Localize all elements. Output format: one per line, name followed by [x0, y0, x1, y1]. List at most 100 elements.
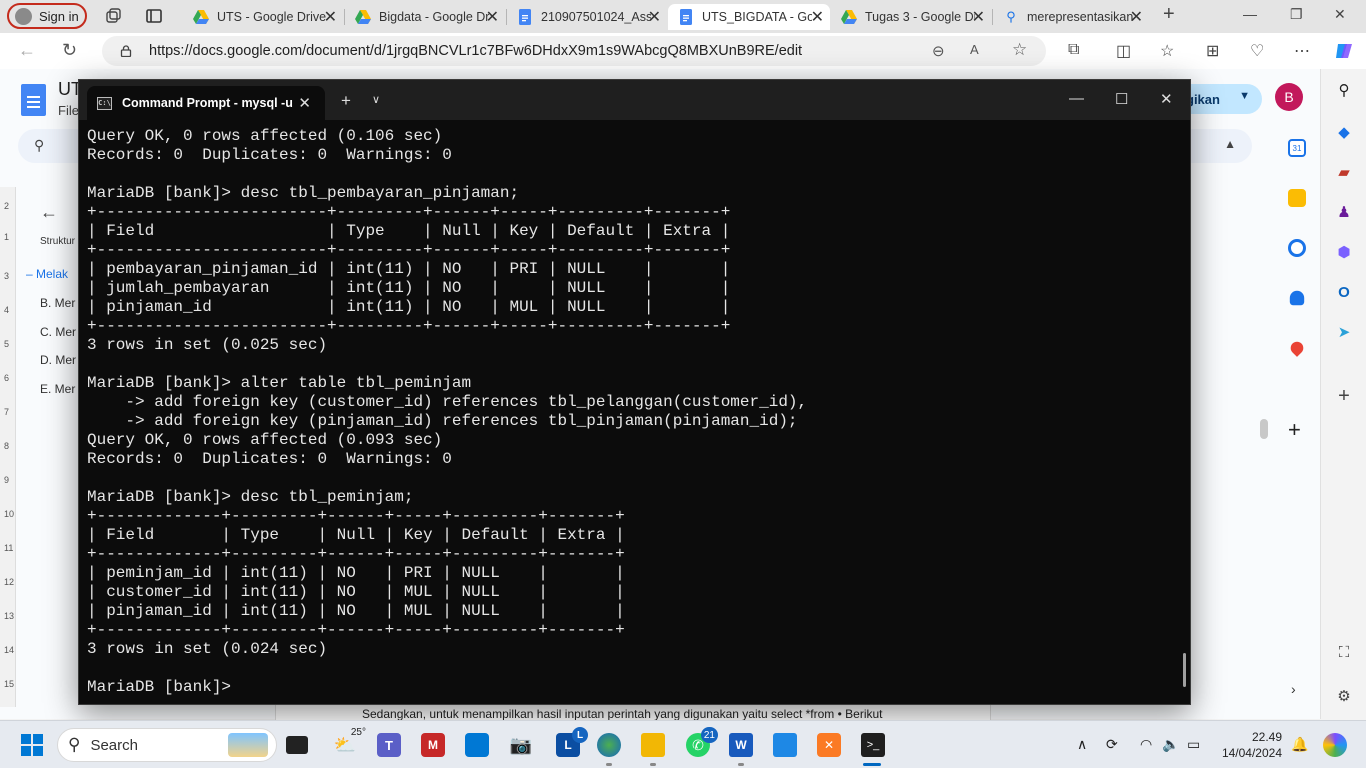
new-tab-icon[interactable]: + — [1163, 3, 1175, 26]
sync-icon[interactable]: ⟳ — [1106, 736, 1118, 753]
file-menu[interactable]: File — [58, 103, 79, 118]
lenovo-vantage-icon[interactable]: LL — [556, 727, 588, 757]
close-tab-icon[interactable]: ✕ — [811, 7, 824, 27]
back-icon[interactable]: ← — [18, 40, 36, 61]
outline-item[interactable]: B. Mer — [40, 296, 75, 310]
terminal-icon[interactable]: >_ — [861, 733, 885, 757]
whatsapp-icon[interactable]: ✆ 21 — [686, 727, 718, 757]
copilot-taskbar-icon[interactable] — [1323, 733, 1347, 757]
contacts-icon[interactable] — [1289, 290, 1305, 306]
chevron-down-icon[interactable]: ∨ — [372, 93, 380, 106]
edge-browser-icon[interactable] — [597, 733, 621, 757]
shopping-tag-icon[interactable]: ◆ — [1335, 123, 1353, 141]
copilot-icon[interactable] — [1333, 40, 1355, 62]
collections-icon[interactable]: ⊞ — [1206, 41, 1219, 61]
file-explorer-icon[interactable] — [641, 733, 665, 757]
minimize-icon[interactable]: — — [1243, 6, 1257, 22]
close-tab-icon[interactable]: ✕ — [972, 7, 985, 27]
outline-item[interactable]: D. Mer — [40, 353, 76, 367]
outline-item[interactable]: C. Mer — [40, 325, 76, 339]
tab-search[interactable]: ⚲ merepresentasikan ✕ — [993, 4, 1149, 30]
volume-icon[interactable]: 🔈 — [1162, 736, 1179, 753]
close-tab-icon[interactable]: ✕ — [648, 7, 661, 27]
settings-more-icon[interactable]: ⋯ — [1294, 41, 1310, 61]
close-tab-icon[interactable]: ✕ — [1130, 7, 1143, 27]
notifications-bell-icon[interactable]: 🔔 — [1291, 736, 1308, 753]
teams-icon[interactable]: T — [377, 733, 401, 757]
close-tab-icon[interactable]: ✕ — [324, 7, 337, 27]
zoom-icon[interactable]: ⊖ — [932, 42, 945, 60]
wifi-icon[interactable]: ◠ — [1140, 736, 1152, 753]
mcafee-icon[interactable]: M — [421, 733, 445, 757]
extensions-icon[interactable]: ⧉ — [1068, 41, 1079, 59]
minimize-icon[interactable]: — — [1069, 90, 1084, 107]
tab-uts-bigdata-doc-active[interactable]: UTS_BIGDATA - Google Docs ✕ — [668, 4, 830, 30]
favorites-icon[interactable]: ☆ — [1160, 41, 1174, 61]
refresh-icon[interactable]: ↻ — [62, 40, 77, 61]
terminal-window[interactable]: C:\ Command Prompt - mysql -u ✕ + ∨ — ☐ … — [78, 79, 1191, 705]
camera-icon[interactable]: 📷 — [509, 733, 533, 757]
xampp-icon[interactable]: ✕ — [817, 733, 841, 757]
close-tab-icon[interactable]: ✕ — [298, 94, 311, 112]
terminal-line: +-------------+---------+------+-----+--… — [87, 507, 625, 525]
tab-bigdata-drive[interactable]: Bigdata - Google Drive ✕ — [345, 4, 505, 30]
outline-item[interactable]: – Melak — [26, 267, 68, 281]
tab-actions-icon[interactable] — [145, 7, 163, 25]
tasks-icon[interactable] — [1288, 239, 1306, 257]
chevron-down-icon[interactable]: ▼ — [1239, 90, 1250, 102]
add-sidebar-app-icon[interactable]: + — [1335, 385, 1353, 407]
new-tab-icon[interactable]: + — [341, 91, 351, 111]
microsoft-store-icon[interactable] — [465, 733, 489, 757]
close-tab-icon[interactable]: ✕ — [486, 7, 499, 27]
battery-icon[interactable]: ▭ — [1187, 736, 1200, 753]
tab-assignment-doc[interactable]: 210907501024_Ass ✕ — [507, 4, 667, 30]
tab-tugas3-drive[interactable]: Tugas 3 - Google Drive ✕ — [831, 4, 991, 30]
system-clock[interactable]: 22.49 14/04/2024 — [1218, 729, 1282, 761]
read-aloud-icon[interactable]: A — [970, 42, 979, 57]
games-icon[interactable]: ♟ — [1335, 203, 1353, 221]
maps-icon[interactable] — [1288, 339, 1306, 357]
tools-briefcase-icon[interactable]: ▰ — [1335, 163, 1353, 181]
performance-icon[interactable]: ♡ — [1250, 41, 1264, 61]
terminal-line: +------------------------+---------+----… — [87, 203, 731, 221]
search-icon: ⚲ — [1006, 9, 1016, 24]
windows-start-icon[interactable] — [20, 733, 44, 757]
restore-icon[interactable]: ❐ — [1290, 6, 1303, 23]
address-bar[interactable]: https://docs.google.com/document/d/1jrgq… — [102, 36, 1046, 66]
close-outline-icon[interactable]: ← — [40, 202, 58, 223]
telegram-icon[interactable]: ➤ — [1335, 323, 1353, 341]
maximize-icon[interactable]: ☐ — [1115, 90, 1128, 108]
taskbar-search[interactable]: ⚲ Search — [57, 728, 277, 762]
workspaces-icon[interactable] — [104, 7, 122, 25]
search-icon[interactable]: ⚲ — [1335, 81, 1353, 99]
calendar-icon[interactable]: 31 — [1288, 139, 1306, 157]
screenshot-icon[interactable]: ⛶ — [1335, 643, 1353, 661]
outline-item[interactable]: E. Mer — [40, 382, 75, 396]
tab-uts-drive[interactable]: UTS - Google Drive ✕ — [183, 4, 343, 30]
account-avatar[interactable]: B — [1275, 83, 1303, 111]
chevron-up-icon[interactable]: ▲ — [1224, 137, 1236, 151]
weather-icon[interactable]: ⛅ 25° — [333, 727, 366, 757]
microsoft-365-icon[interactable]: ⬢ — [1335, 243, 1353, 261]
terminal-line: | pinjaman_id | int(11) | NO | MUL | NUL… — [87, 602, 625, 620]
sidebar-settings-icon[interactable]: ⚙ — [1335, 687, 1353, 705]
photos-icon[interactable] — [773, 733, 797, 757]
expand-side-panel-icon[interactable]: › — [1291, 681, 1296, 697]
close-window-icon[interactable]: ✕ — [1160, 90, 1173, 108]
split-screen-icon[interactable]: ◫ — [1116, 41, 1131, 61]
terminal-tab[interactable]: C:\ Command Prompt - mysql -u ✕ — [87, 86, 325, 120]
task-view-icon[interactable] — [286, 736, 308, 754]
scrollbar-thumb[interactable] — [1260, 419, 1268, 439]
close-window-icon[interactable]: ✕ — [1334, 6, 1346, 23]
sign-in-button[interactable]: Sign in — [7, 3, 87, 29]
google-docs-logo-icon[interactable] — [21, 84, 46, 116]
chevron-up-icon[interactable]: ∧ — [1077, 736, 1087, 753]
search-menus-icon[interactable]: ⚲ — [34, 137, 44, 154]
outlook-icon[interactable]: O — [1335, 283, 1353, 301]
favorite-star-icon[interactable]: ☆ — [1012, 40, 1027, 60]
word-icon[interactable]: W — [729, 733, 753, 757]
keep-icon[interactable] — [1288, 189, 1306, 207]
terminal-output[interactable]: Query OK, 0 rows affected (0.106 sec) Rec… — [87, 127, 1177, 697]
terminal-scrollbar[interactable] — [1183, 653, 1186, 687]
add-addon-icon[interactable]: + — [1288, 417, 1301, 443]
